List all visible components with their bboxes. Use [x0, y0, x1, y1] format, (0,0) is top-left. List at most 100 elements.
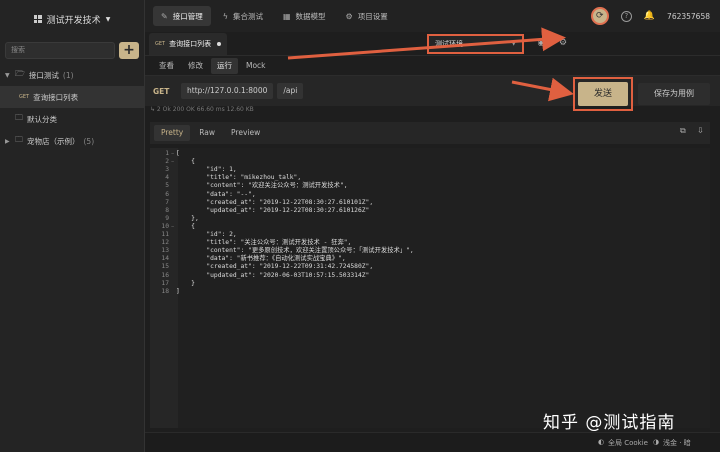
caret-down-icon: ▼: [5, 71, 10, 79]
download-icon[interactable]: ⇩: [697, 126, 704, 135]
code-text: "updated_at": "2019-12-22T08:30:27.61012…: [176, 206, 370, 214]
grid-icon: [33, 15, 42, 23]
line-number: 18: [161, 287, 169, 295]
nav-collection-test[interactable]: ϟ 集合测试: [215, 6, 271, 26]
response-body[interactable]: 1−[2− {3 "id": 1, 4 "title": "mikezhou_ta…: [150, 148, 710, 428]
code-text: "id": 1,: [176, 166, 237, 174]
code-text: "updated_at": "2020-06-03T10:57:15.50331…: [176, 271, 370, 279]
code-line: 11 "id": 2,: [150, 231, 710, 239]
code-line: 8 "updated_at": "2019-12-22T08:30:27.610…: [150, 207, 710, 215]
footer: ◐ 全局 Cookie ◑ 浅金 · 暗: [145, 432, 720, 452]
code-line: 7 "created_at": "2019-12-22T08:30:27.610…: [150, 199, 710, 207]
code-text: {: [176, 222, 195, 230]
tree-label: 默认分类: [27, 114, 57, 124]
tree-folder-petstore[interactable]: ▶ 🗀 宠物店（示例） (5): [0, 130, 144, 152]
folder-icon: 🗀: [15, 135, 23, 144]
request-method[interactable]: GET: [153, 87, 177, 96]
line-number: 13: [161, 247, 169, 255]
project-name: 测试开发技术: [46, 15, 101, 26]
tree-item-query-list[interactable]: GET 查询接口列表: [0, 86, 144, 108]
code-line: 17 }: [150, 280, 710, 288]
help-icon[interactable]: ?: [620, 10, 632, 22]
tree-label: 查询接口列表: [33, 92, 79, 102]
tree-label: 接口测试: [28, 70, 59, 80]
add-button[interactable]: +: [119, 41, 139, 59]
tree-count: (1): [62, 70, 74, 80]
code-line: 16 "updated_at": "2020-06-03T10:57:15.50…: [150, 272, 710, 280]
line-number: 14: [161, 255, 169, 263]
code-text: "id": 2,: [176, 231, 237, 238]
url-bar: GET http://127.0.0.1:8000 /api: [145, 76, 720, 106]
line-number: 11: [161, 231, 169, 238]
code-text: "title": "关注公众号：测试开发技术 - 狂奔",: [176, 239, 352, 247]
line-number: 4: [165, 174, 169, 182]
caret-down-icon: ▼: [105, 15, 111, 23]
project-selector[interactable]: 测试开发技术 ▼: [0, 0, 144, 38]
gear-icon[interactable]: ⚙: [554, 35, 572, 51]
tab-view[interactable]: 查看: [153, 58, 180, 74]
code-text: "created_at": "2019-12-22T08:30:27.61010…: [176, 198, 374, 206]
line-number: 6: [165, 190, 169, 198]
code-line: 3 "id": 1,: [150, 166, 710, 174]
sync-icon[interactable]: ⟳: [590, 7, 609, 25]
save-as-case-button[interactable]: 保存为用例: [638, 83, 710, 105]
response-format-bar: Pretty Raw Preview ⧉ ⇩: [150, 122, 710, 144]
code-line: 10− {: [150, 223, 710, 231]
path-field[interactable]: /api: [277, 83, 304, 99]
app-window: 测试开发技术 ▼ 搜索 + ▼ 🗁 接口测试 (1) GET 查询接口列表 🗀 …: [0, 0, 720, 452]
code-text: "content": "欢迎关注公众号：测试开发技术",: [176, 182, 348, 190]
base-url-field[interactable]: http://127.0.0.1:8000: [181, 83, 274, 99]
nav-label: 项目设置: [357, 11, 388, 21]
top-nav: ✎ 接口管理 ϟ 集合测试 ▦ 数据模型 ⚙ 项目设置 ⟳ ? 🔔 762357…: [145, 0, 720, 32]
tab-run[interactable]: 运行: [211, 57, 238, 74]
caret-right-icon: ▶: [5, 137, 10, 145]
request-subtabs: 查看 修改 运行 Mock: [145, 56, 720, 76]
pen-icon: ✎: [161, 11, 168, 21]
model-icon: ▦: [282, 11, 291, 21]
folder-icon: 🗀: [15, 113, 23, 122]
code-text: "data": "--",: [176, 190, 256, 198]
eye-icon[interactable]: ◉: [532, 35, 550, 51]
tab-mock[interactable]: Mock: [240, 58, 272, 74]
line-number: 10: [161, 222, 169, 230]
tab-edit[interactable]: 修改: [182, 58, 209, 74]
theme-button[interactable]: 浅金 · 暗: [663, 438, 691, 448]
method-badge: GET: [19, 94, 30, 100]
cookie-icon: ◐: [598, 438, 605, 446]
fold-icon[interactable]: −: [169, 223, 176, 231]
theme-icon: ◑: [653, 438, 660, 446]
code-text: }: [176, 279, 195, 287]
request-tab[interactable]: GET 查询接口列表: [149, 32, 228, 55]
line-number: 12: [161, 239, 169, 247]
code-line: 9 },: [150, 215, 710, 223]
code-text: {: [176, 158, 195, 166]
tree-folder-api-test[interactable]: ▼ 🗁 接口测试 (1): [0, 64, 144, 86]
search-input[interactable]: 搜索: [5, 41, 115, 59]
fold-icon[interactable]: −: [169, 150, 176, 158]
fold-icon[interactable]: −: [169, 158, 176, 166]
tree-folder-default[interactable]: 🗀 默认分类: [0, 108, 144, 130]
nav-label: 数据模型: [295, 11, 326, 21]
response-status: ↳ 2 Ok 200 OK 66.60 ms 12.60 KB: [150, 106, 254, 113]
copy-icon[interactable]: ⧉: [680, 126, 686, 136]
bell-icon[interactable]: 🔔: [644, 11, 655, 21]
tab-preview[interactable]: Preview: [224, 125, 267, 141]
line-number: 7: [165, 198, 169, 206]
send-button[interactable]: 发送: [578, 82, 628, 106]
line-number: 15: [161, 263, 169, 271]
nav-project-settings[interactable]: ⚙ 项目设置: [338, 6, 396, 26]
global-cookie-button[interactable]: 全局 Cookie: [608, 438, 648, 448]
tab-pretty[interactable]: Pretty: [154, 125, 191, 141]
nav-data-model[interactable]: ▦ 数据模型: [275, 6, 334, 26]
tree-label: 宠物店（示例）: [27, 136, 80, 146]
code-line: 6 "data": "--",: [150, 191, 710, 199]
user-id[interactable]: 762357658: [667, 12, 710, 21]
code-text: ]: [176, 287, 180, 295]
environment-select[interactable]: 测试环境 ▼: [427, 34, 524, 54]
nav-api-management[interactable]: ✎ 接口管理: [153, 6, 211, 26]
line-number: 5: [165, 182, 169, 190]
watermark: 知乎 @测试指南: [543, 413, 676, 433]
gear-icon: ⚙: [345, 11, 353, 21]
line-number: 17: [161, 279, 169, 287]
tab-raw[interactable]: Raw: [192, 125, 222, 141]
